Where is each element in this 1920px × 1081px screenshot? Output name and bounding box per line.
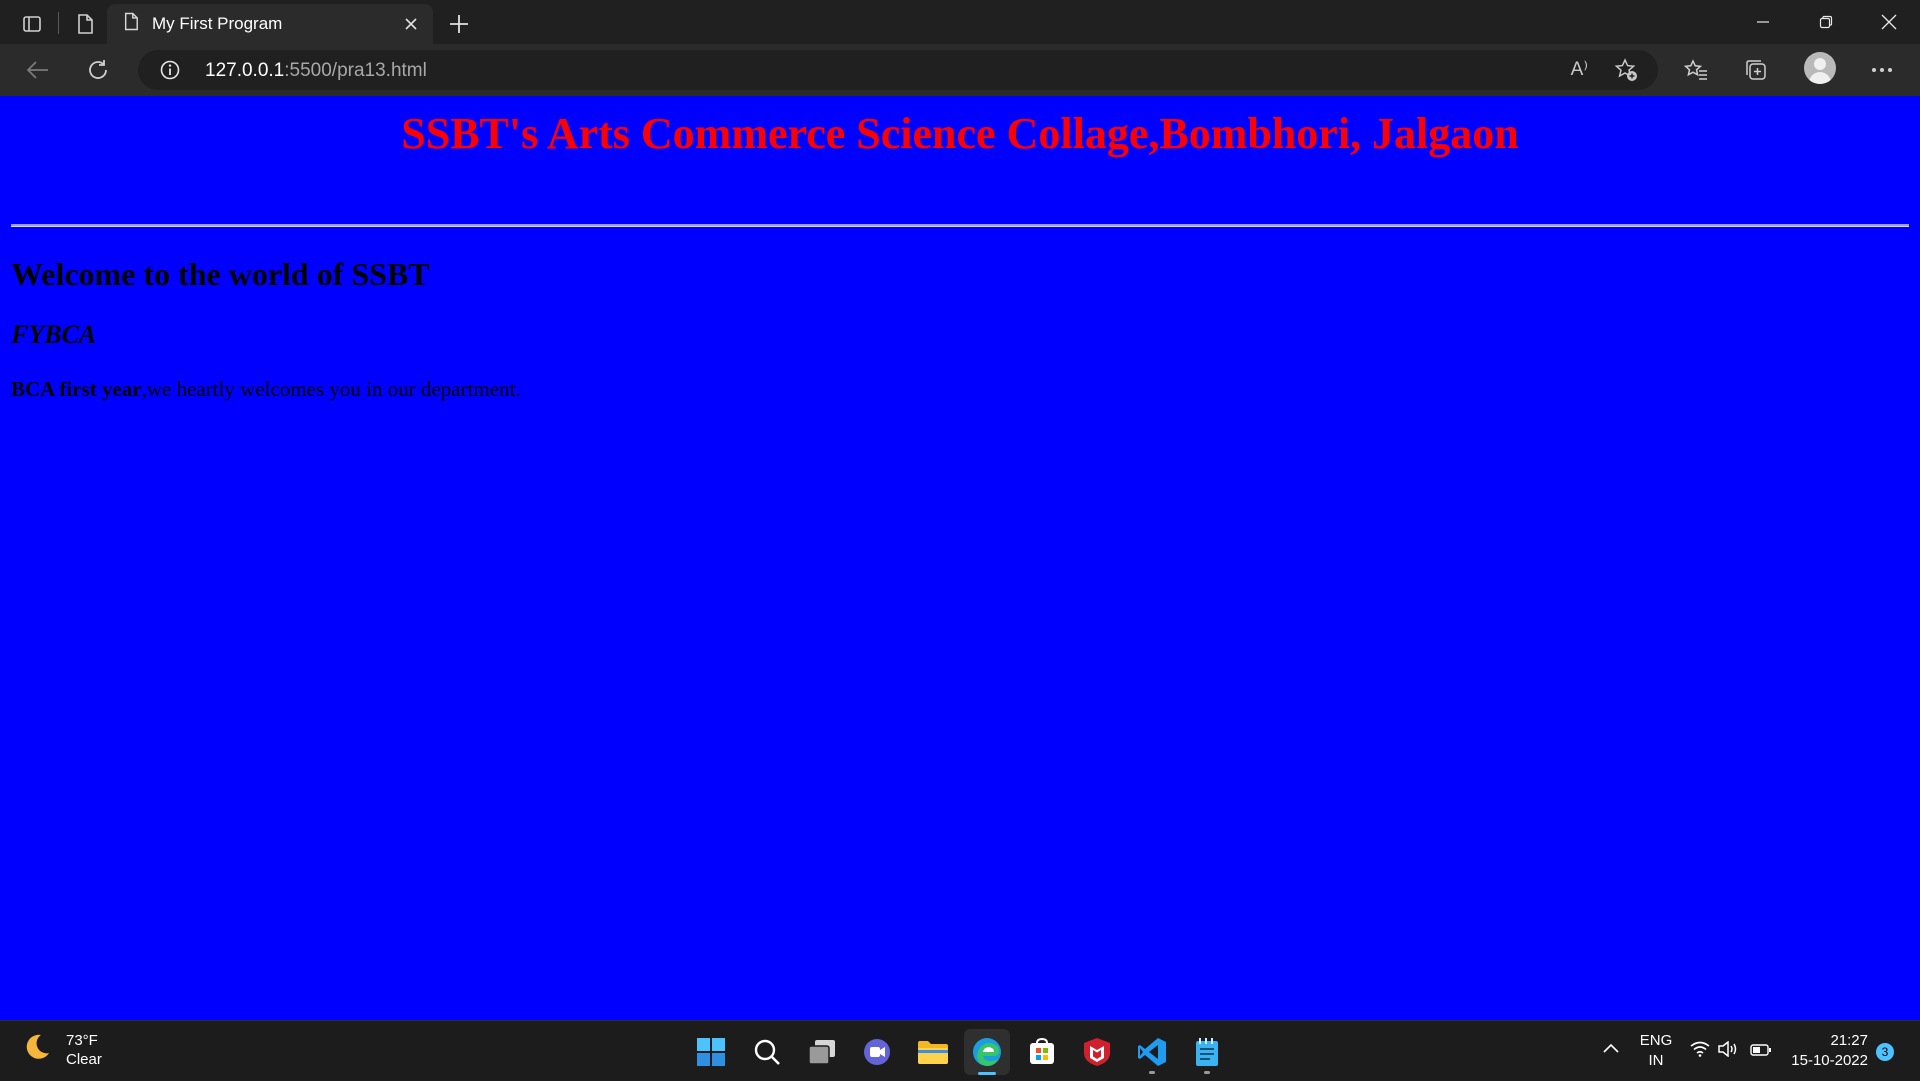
clock-time: 21:27	[1830, 1032, 1868, 1049]
url-path: :5500/pra13.html	[284, 60, 427, 81]
clock[interactable]: 21:27 15-10-2022	[1780, 1031, 1868, 1071]
mcafee-button[interactable]	[1074, 1029, 1120, 1075]
close-tab-icon[interactable]	[399, 12, 423, 36]
teams-chat-icon	[864, 1039, 890, 1065]
vscode-icon	[1138, 1038, 1166, 1066]
edge-button[interactable]	[964, 1029, 1010, 1075]
profile-avatar[interactable]	[1804, 52, 1836, 84]
weather-temp: 73°F	[66, 1032, 98, 1049]
welcome-heading: Welcome to the world of SSBT	[11, 256, 430, 292]
intro-paragraph: BCA first year,we heartly welcomes you i…	[11, 377, 521, 402]
clock-date: 15-10-2022	[1791, 1052, 1868, 1069]
address-bar[interactable]: 127.0.0.1:5500/pra13.html A⁾	[138, 50, 1658, 90]
file-explorer-icon	[918, 1041, 948, 1064]
running-app-indicator	[1204, 1071, 1210, 1074]
wifi-icon[interactable]	[1690, 1041, 1710, 1062]
url-host: 127.0.0.1	[205, 60, 285, 81]
tab-separator	[58, 12, 59, 34]
back-button[interactable]	[18, 50, 58, 90]
moon-icon	[22, 1032, 58, 1069]
avatar-head	[1814, 58, 1826, 70]
teams-chat-button[interactable]	[854, 1029, 900, 1075]
vscode-button[interactable]	[1129, 1029, 1175, 1075]
avatar-body	[1809, 72, 1831, 84]
region-code: IN	[1648, 1052, 1664, 1069]
tab-my-first-program[interactable]: My First Program	[107, 4, 433, 44]
url-text[interactable]: 127.0.0.1:5500/pra13.html	[205, 60, 427, 82]
language-indicator[interactable]: ENG IN	[1638, 1031, 1674, 1071]
intro-text: ,we heartly welcomes you in our departme…	[141, 377, 521, 401]
weather-condition: Clear	[66, 1051, 102, 1068]
microsoft-store-button[interactable]	[1019, 1029, 1065, 1075]
edge-icon	[973, 1038, 1001, 1066]
minimize-button[interactable]	[1732, 0, 1794, 44]
task-view-icon	[808, 1040, 835, 1065]
restore-button[interactable]	[1795, 0, 1857, 44]
language-code: ENG	[1639, 1032, 1673, 1049]
windows-start-icon	[697, 1038, 725, 1066]
task-view-button[interactable]	[799, 1029, 845, 1075]
site-info-icon[interactable]	[160, 60, 180, 85]
workspace-page-icon[interactable]	[65, 4, 105, 44]
notepad-button[interactable]	[1184, 1029, 1230, 1075]
running-app-indicator	[1149, 1071, 1155, 1074]
read-aloud-icon[interactable]: A⁾	[1571, 58, 1588, 81]
close-window-button[interactable]	[1858, 0, 1920, 44]
add-favorite-icon[interactable]	[1614, 58, 1638, 87]
search-icon	[754, 1039, 780, 1065]
more-options-icon[interactable]	[1862, 50, 1902, 90]
browser-toolbar: 127.0.0.1:5500/pra13.html A⁾	[0, 44, 1920, 96]
horizontal-rule	[11, 224, 1909, 227]
tab-bar: My First Program	[0, 0, 1920, 44]
intro-bold-text: BCA first year	[11, 377, 142, 401]
tab-actions-icon[interactable]	[12, 4, 52, 44]
collections-icon[interactable]	[1736, 50, 1776, 90]
page-icon	[123, 12, 139, 36]
search-button[interactable]	[744, 1029, 790, 1075]
new-tab-button[interactable]	[437, 4, 481, 44]
file-explorer-button[interactable]	[910, 1029, 956, 1075]
taskbar: 73°F Clear ENG IN 21:27 15-10-2022 3	[0, 1020, 1920, 1081]
active-app-indicator	[978, 1072, 996, 1075]
favorites-icon[interactable]	[1676, 50, 1716, 90]
weather-widget[interactable]: 73°F Clear	[22, 1031, 102, 1069]
notification-badge[interactable]: 3	[1876, 1043, 1894, 1061]
notepad-icon	[1196, 1038, 1218, 1066]
tab-title: My First Program	[152, 14, 283, 33]
mcafee-icon	[1084, 1038, 1110, 1066]
refresh-button[interactable]	[78, 50, 118, 90]
class-heading: FYBCA	[11, 320, 97, 349]
start-button[interactable]	[688, 1029, 734, 1075]
web-page: SSBT's Arts Commerce Science Collage,Bom…	[0, 96, 1920, 1020]
battery-icon[interactable]	[1750, 1043, 1772, 1061]
volume-icon[interactable]	[1718, 1040, 1738, 1062]
show-hidden-icons-chevron-icon[interactable]	[1602, 1041, 1620, 1059]
microsoft-store-icon	[1030, 1037, 1054, 1064]
page-heading: SSBT's Arts Commerce Science Collage,Bom…	[401, 109, 1519, 158]
